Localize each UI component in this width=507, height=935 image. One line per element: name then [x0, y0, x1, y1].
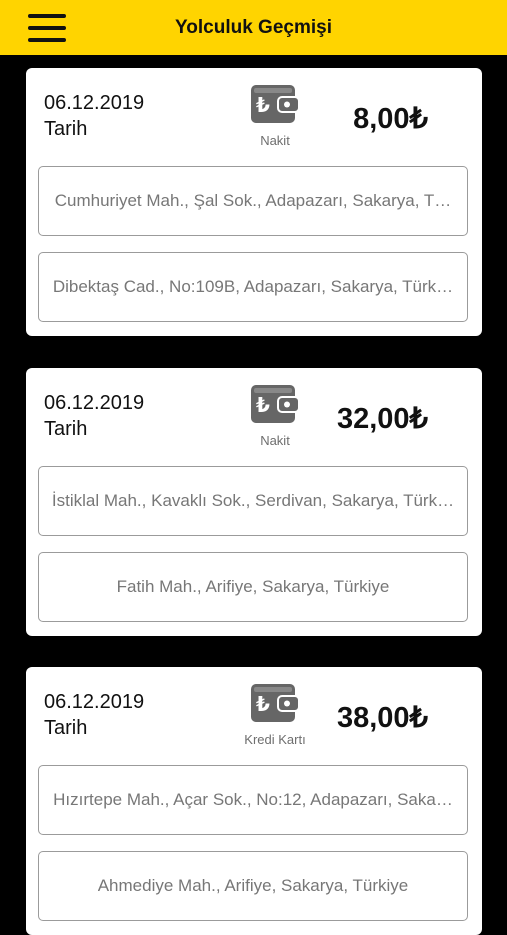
trip-price: 8,00₺ [353, 103, 428, 135]
trip-price: 32,00₺ [336, 403, 428, 435]
start-address-field[interactable]: İstiklal Mah., Kavaklı Sok., Serdivan, S… [38, 466, 468, 536]
lira-wallet-icon: ₺ [251, 85, 300, 123]
trip-card[interactable]: 06.12.2019 Tarih ₺ Nakit 8,00₺ Cumhuriye… [26, 68, 482, 336]
trip-price: 38,00₺ [336, 702, 428, 734]
end-address-field[interactable]: Dibektaş Cad., No:109B, Adapazarı, Sakar… [38, 252, 468, 322]
trip-date-label: Tarih [44, 118, 88, 140]
hamburger-menu-icon[interactable] [28, 14, 66, 42]
start-address-text: Hızırtepe Mah., Açar Sok., No:12, Adapaz… [53, 790, 453, 809]
start-address-text: Cumhuriyet Mah., Şal Sok., Adapazarı, Sa… [54, 191, 452, 210]
menu-line [28, 38, 66, 42]
trip-card[interactable]: 06.12.2019 Tarih ₺ Kredi Kartı 38,00₺ Hı… [26, 667, 482, 935]
end-address-field[interactable]: Fatih Mah., Arifiye, Sakarya, Türkiye [38, 552, 468, 622]
lira-wallet-icon: ₺ [251, 385, 300, 423]
trip-date-label: Tarih [44, 418, 88, 440]
lira-wallet-icon: ₺ [251, 684, 300, 722]
app-header: Yolculuk Geçmişi [0, 0, 507, 55]
menu-line [28, 26, 66, 30]
svg-text:₺: ₺ [256, 692, 270, 716]
svg-text:₺: ₺ [256, 93, 270, 117]
trip-date: 06.12.2019 [44, 92, 145, 114]
payment-type: Kredi Kartı [244, 732, 306, 747]
start-address-field[interactable]: Hızırtepe Mah., Açar Sok., No:12, Adapaz… [38, 765, 468, 835]
trip-card[interactable]: 06.12.2019 Tarih ₺ Nakit 32,00₺ İstiklal… [26, 368, 482, 636]
payment-type: Nakit [260, 433, 290, 448]
end-address-text: Dibektaş Cad., No:109B, Adapazarı, Sakar… [52, 277, 454, 296]
trip-date-label: Tarih [44, 717, 88, 739]
trip-date: 06.12.2019 [44, 392, 145, 414]
menu-line [28, 14, 66, 18]
start-address-field[interactable]: Cumhuriyet Mah., Şal Sok., Adapazarı, Sa… [38, 166, 468, 236]
page-title: Yolculuk Geçmişi [175, 16, 332, 38]
payment-type: Nakit [260, 133, 290, 148]
end-address-text: Ahmediye Mah., Arifiye, Sakarya, Türkiye [97, 876, 409, 895]
trip-date: 06.12.2019 [44, 691, 145, 713]
end-address-field[interactable]: Ahmediye Mah., Arifiye, Sakarya, Türkiye [38, 851, 468, 921]
start-address-text: İstiklal Mah., Kavaklı Sok., Serdivan, S… [51, 491, 455, 510]
svg-text:₺: ₺ [256, 393, 270, 417]
end-address-text: Fatih Mah., Arifiye, Sakarya, Türkiye [116, 577, 390, 596]
